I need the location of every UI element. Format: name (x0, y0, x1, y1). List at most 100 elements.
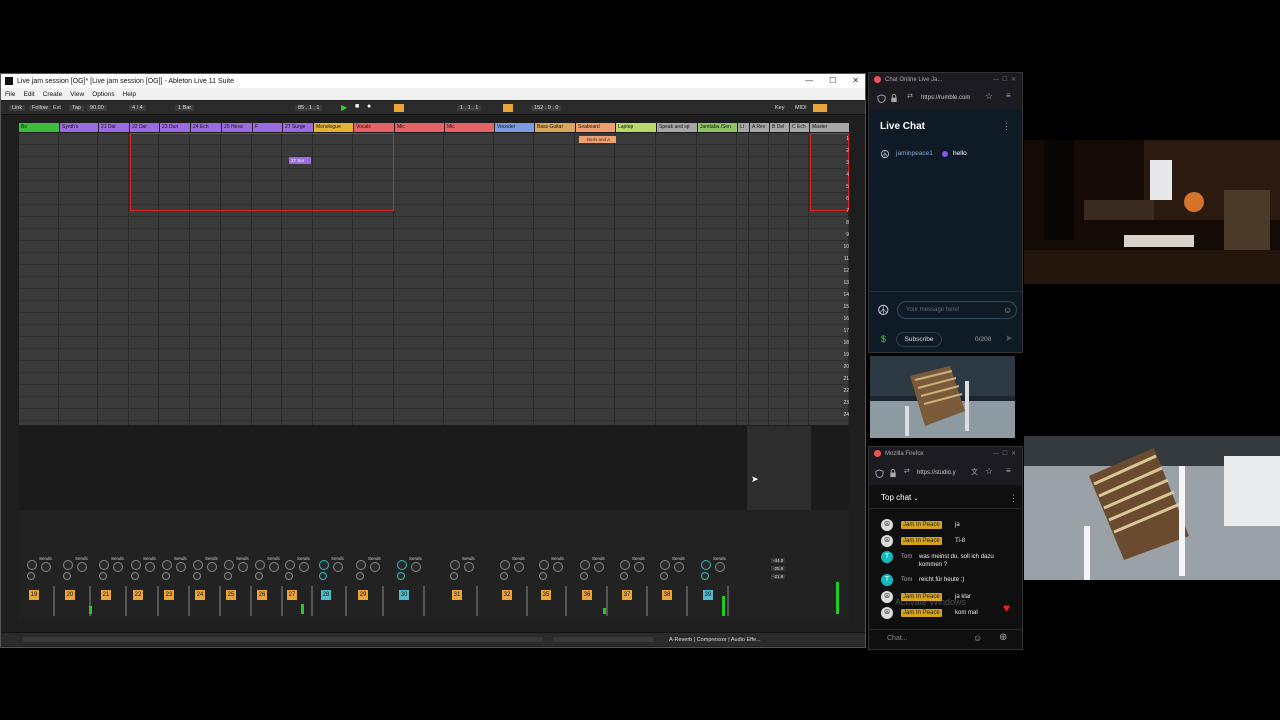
lock-icon[interactable] (890, 94, 898, 103)
chat-message-input[interactable]: Your message here! (897, 301, 1017, 319)
track-header[interactable]: C Ech (790, 123, 809, 132)
track-activator-button[interactable]: 37 (622, 590, 632, 600)
volume-fader[interactable] (686, 586, 688, 616)
track-header[interactable]: Synth's (60, 123, 98, 132)
scene-number[interactable]: 3 (846, 160, 849, 166)
horizontal-scrollbar[interactable] (23, 637, 543, 642)
send-b-knob[interactable] (299, 562, 309, 572)
send-icon[interactable]: ➤ (1005, 333, 1013, 344)
pan-knob[interactable] (224, 572, 232, 580)
tracking-icon[interactable]: ⇄ (904, 467, 910, 475)
scene-number[interactable]: 9 (846, 232, 849, 238)
track-activator-button[interactable]: 26 (257, 590, 267, 600)
session-clip-grid[interactable]: 27 Sur Birds and a (19, 133, 849, 425)
send-b-knob[interactable] (464, 562, 474, 572)
loop-switch-icon[interactable] (503, 104, 513, 112)
chat-options-icon[interactable]: ⋮ (1002, 121, 1011, 132)
track-header[interactable]: 27 Surge (283, 123, 313, 132)
track-header[interactable]: Mic (445, 123, 494, 132)
scene-number[interactable]: 2 (846, 148, 849, 154)
track-clip-column[interactable] (738, 133, 749, 425)
chat-author[interactable]: Jam In Peace (901, 609, 942, 617)
send-a-knob[interactable] (319, 560, 329, 570)
pan-knob[interactable] (397, 572, 405, 580)
send-b-knob[interactable] (715, 562, 725, 572)
send-a-knob[interactable] (580, 560, 590, 570)
volume-fader[interactable] (606, 586, 608, 616)
shield-icon[interactable] (875, 469, 884, 478)
scene-number[interactable]: 11 (844, 256, 849, 262)
track-header[interactable]: 25 Hexa (222, 123, 252, 132)
follow-button[interactable]: Follow (29, 105, 51, 111)
scene-number[interactable]: 5 (846, 184, 849, 190)
track-clip-column[interactable] (535, 133, 575, 425)
track-clip-column[interactable] (60, 133, 98, 425)
send-a-knob[interactable] (162, 560, 172, 570)
volume-fader[interactable] (188, 586, 190, 616)
send-b-knob[interactable] (238, 562, 248, 572)
track-activator-button[interactable]: 30 (399, 590, 409, 600)
scene-number[interactable]: 19 (843, 352, 849, 358)
chat-author[interactable]: Tom (901, 553, 912, 561)
track-activator-button[interactable]: 31 (452, 590, 462, 600)
hamburger-menu-icon[interactable]: ≡ (1006, 91, 1011, 100)
send-a-knob[interactable] (620, 560, 630, 570)
track-clip-column[interactable] (495, 133, 534, 425)
shield-icon[interactable] (877, 94, 886, 103)
track-clip-column[interactable] (19, 133, 59, 425)
pan-knob[interactable] (356, 572, 364, 580)
pan-knob[interactable] (620, 572, 628, 580)
pan-knob[interactable] (319, 572, 327, 580)
track-header[interactable]: 22 Dar (130, 123, 159, 132)
minimize-icon[interactable]: — (805, 74, 813, 88)
track-header[interactable]: Bass Guitar (535, 123, 575, 132)
window-controls[interactable]: — ☐ ✕ (993, 447, 1016, 461)
send-a-knob[interactable] (27, 560, 37, 570)
send-b-knob[interactable] (634, 562, 644, 572)
clip-seaboard[interactable]: Birds and a (579, 136, 616, 143)
send-b-knob[interactable] (269, 562, 279, 572)
scene-number[interactable]: 1 (846, 136, 849, 142)
return-volume-value[interactable]: -25.9 (771, 566, 786, 571)
volume-fader[interactable] (476, 586, 478, 616)
track-activator-button[interactable]: 19 (29, 590, 39, 600)
track-header[interactable]: Vocoder (495, 123, 534, 132)
chat-options-icon[interactable]: ⋮ (1009, 493, 1018, 504)
scene-number[interactable]: 21 (843, 376, 849, 382)
track-activator-button[interactable]: 23 (164, 590, 174, 600)
send-b-knob[interactable] (333, 562, 343, 572)
track-header[interactable]: Bs (19, 123, 59, 132)
volume-fader[interactable] (382, 586, 384, 616)
loop-length-field[interactable]: 152 . 0 . 0 (531, 105, 562, 111)
pan-knob[interactable] (63, 572, 71, 580)
track-header[interactable]: B Del (770, 123, 789, 132)
track-header[interactable]: Speak and sp (657, 123, 697, 132)
send-b-knob[interactable] (207, 562, 217, 572)
emoji-icon[interactable]: ☺ (1003, 305, 1012, 315)
firefox-url[interactable]: https://studio.y (917, 468, 969, 479)
menu-help[interactable]: Help (123, 91, 136, 98)
chat-author[interactable]: Jam In Peace (901, 537, 942, 545)
scene-number[interactable]: 22 (843, 388, 849, 394)
track-header[interactable]: Mic (395, 123, 444, 132)
heart-icon[interactable]: ♥ (1003, 601, 1010, 615)
send-b-knob[interactable] (594, 562, 604, 572)
track-header[interactable]: Monologue (314, 123, 353, 132)
send-a-knob[interactable] (397, 560, 407, 570)
scene-number[interactable]: 14 (843, 292, 849, 298)
scene-number[interactable]: 23 (843, 400, 849, 406)
track-clip-column[interactable] (790, 133, 809, 425)
window-controls[interactable]: — ☐ ✕ (993, 73, 1016, 87)
track-header[interactable]: A Rev (750, 123, 769, 132)
send-b-knob[interactable] (370, 562, 380, 572)
chat-input[interactable]: Chat... (887, 635, 908, 642)
scene-number[interactable]: 4 (846, 172, 849, 178)
send-a-knob[interactable] (356, 560, 366, 570)
track-activator-button[interactable]: 24 (195, 590, 205, 600)
track-clip-column[interactable] (698, 133, 737, 425)
track-clip-column[interactable] (576, 133, 615, 425)
volume-fader[interactable] (727, 586, 729, 616)
top-chat-dropdown[interactable]: Top chat ⌄ (881, 493, 919, 502)
send-a-knob[interactable] (99, 560, 109, 570)
stop-icon[interactable]: ■ (355, 103, 359, 110)
